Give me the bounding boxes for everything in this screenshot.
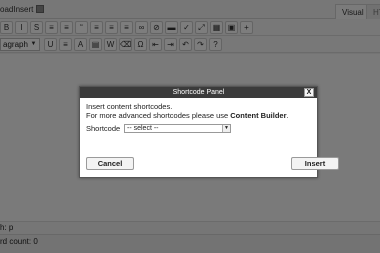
shortcode-select-value: -- select -- xyxy=(127,125,159,132)
dialog-title: Shortcode Panel xyxy=(172,89,225,96)
insert-button[interactable]: Insert xyxy=(291,157,339,170)
description-line-2: For more advanced shortcodes please use … xyxy=(86,111,289,120)
description-period: . xyxy=(286,111,289,120)
shortcode-dialog: Shortcode Panel X Insert content shortco… xyxy=(79,86,339,178)
chevron-down-icon: ▼ xyxy=(222,125,230,132)
description-line-1: Insert content shortcodes. xyxy=(86,102,173,111)
shortcode-label: Shortcode xyxy=(86,124,121,133)
close-icon: X xyxy=(306,89,312,96)
description-line-2-text: For more advanced shortcodes please use xyxy=(86,111,231,120)
dialog-titlebar: Shortcode Panel X xyxy=(80,87,317,98)
shortcode-select[interactable]: -- select -- ▼ xyxy=(124,124,231,133)
dialog-description: Insert content shortcodes. For more adva… xyxy=(86,102,289,120)
content-builder-text: Content Builder xyxy=(230,111,287,120)
close-button[interactable]: X xyxy=(304,88,314,97)
cancel-button[interactable]: Cancel xyxy=(86,157,134,170)
